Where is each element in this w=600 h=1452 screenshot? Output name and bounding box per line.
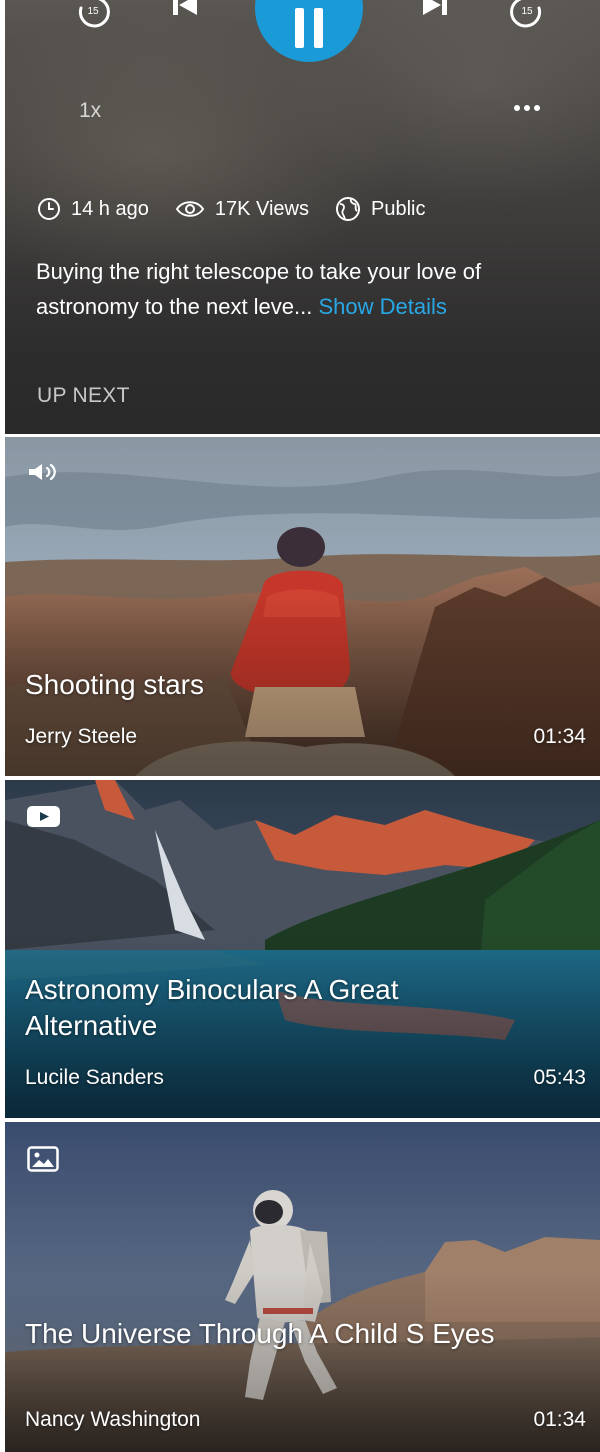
up-next-item[interactable]: The Universe Through A Child S Eyes Nanc…	[5, 1122, 600, 1452]
item-title: Shooting stars	[25, 669, 204, 700]
video-description: Buying the right telescope to take your …	[36, 254, 586, 324]
item-duration: 01:34	[533, 725, 586, 748]
pause-icon	[295, 8, 323, 48]
playback-speed-button[interactable]: 1x	[79, 99, 101, 123]
visibility: Public	[335, 196, 425, 222]
item-duration: 05:43	[533, 1066, 586, 1089]
previous-track-button[interactable]	[165, 0, 205, 24]
up-next-item[interactable]: Shooting stars Jerry Steele 01:34	[5, 437, 600, 776]
item-author: Lucile Sanders	[25, 1066, 164, 1089]
rewind-seconds: 15	[87, 6, 99, 17]
skip-previous-icon	[173, 0, 197, 15]
forward-seconds: 15	[521, 6, 533, 17]
time-ago: 14 h ago	[37, 197, 149, 221]
image-icon	[27, 1146, 59, 1172]
visibility-text: Public	[371, 197, 426, 220]
globe-icon	[336, 197, 360, 221]
fast-forward-icon: 15	[510, 0, 542, 28]
show-details-link[interactable]: Show Details	[319, 294, 447, 319]
item-author: Nancy Washington	[25, 1408, 201, 1431]
up-next-heading: UP NEXT	[37, 384, 130, 407]
now-playing-panel: 15 15 1x 14 h ago 17K Views Public Buyin…	[5, 0, 600, 434]
rewind-15-button[interactable]: 15	[73, 0, 113, 32]
video-icon	[27, 806, 60, 827]
skip-next-icon	[423, 0, 447, 15]
item-duration: 01:34	[533, 1408, 586, 1431]
video-meta: 14 h ago 17K Views Public	[37, 196, 451, 222]
more-dots-icon	[514, 105, 540, 111]
more-options-button[interactable]	[510, 98, 544, 118]
time-ago-text: 14 h ago	[71, 197, 149, 220]
speaker-icon	[29, 463, 56, 481]
clock-icon	[38, 198, 60, 220]
item-title: Astronomy Binoculars A Great Alternative	[25, 974, 399, 1041]
views-text: 17K Views	[214, 197, 309, 220]
next-track-button[interactable]	[415, 0, 455, 24]
item-author: Jerry Steele	[25, 725, 138, 748]
forward-15-button[interactable]: 15	[507, 0, 547, 32]
eye-icon	[175, 201, 205, 217]
up-next-item[interactable]: Astronomy Binoculars A Great Alternative…	[5, 780, 600, 1118]
views: 17K Views	[175, 198, 309, 221]
item-title: The Universe Through A Child S Eyes	[25, 1318, 495, 1349]
pause-button[interactable]	[255, 0, 363, 62]
rewind-icon: 15	[78, 0, 110, 28]
